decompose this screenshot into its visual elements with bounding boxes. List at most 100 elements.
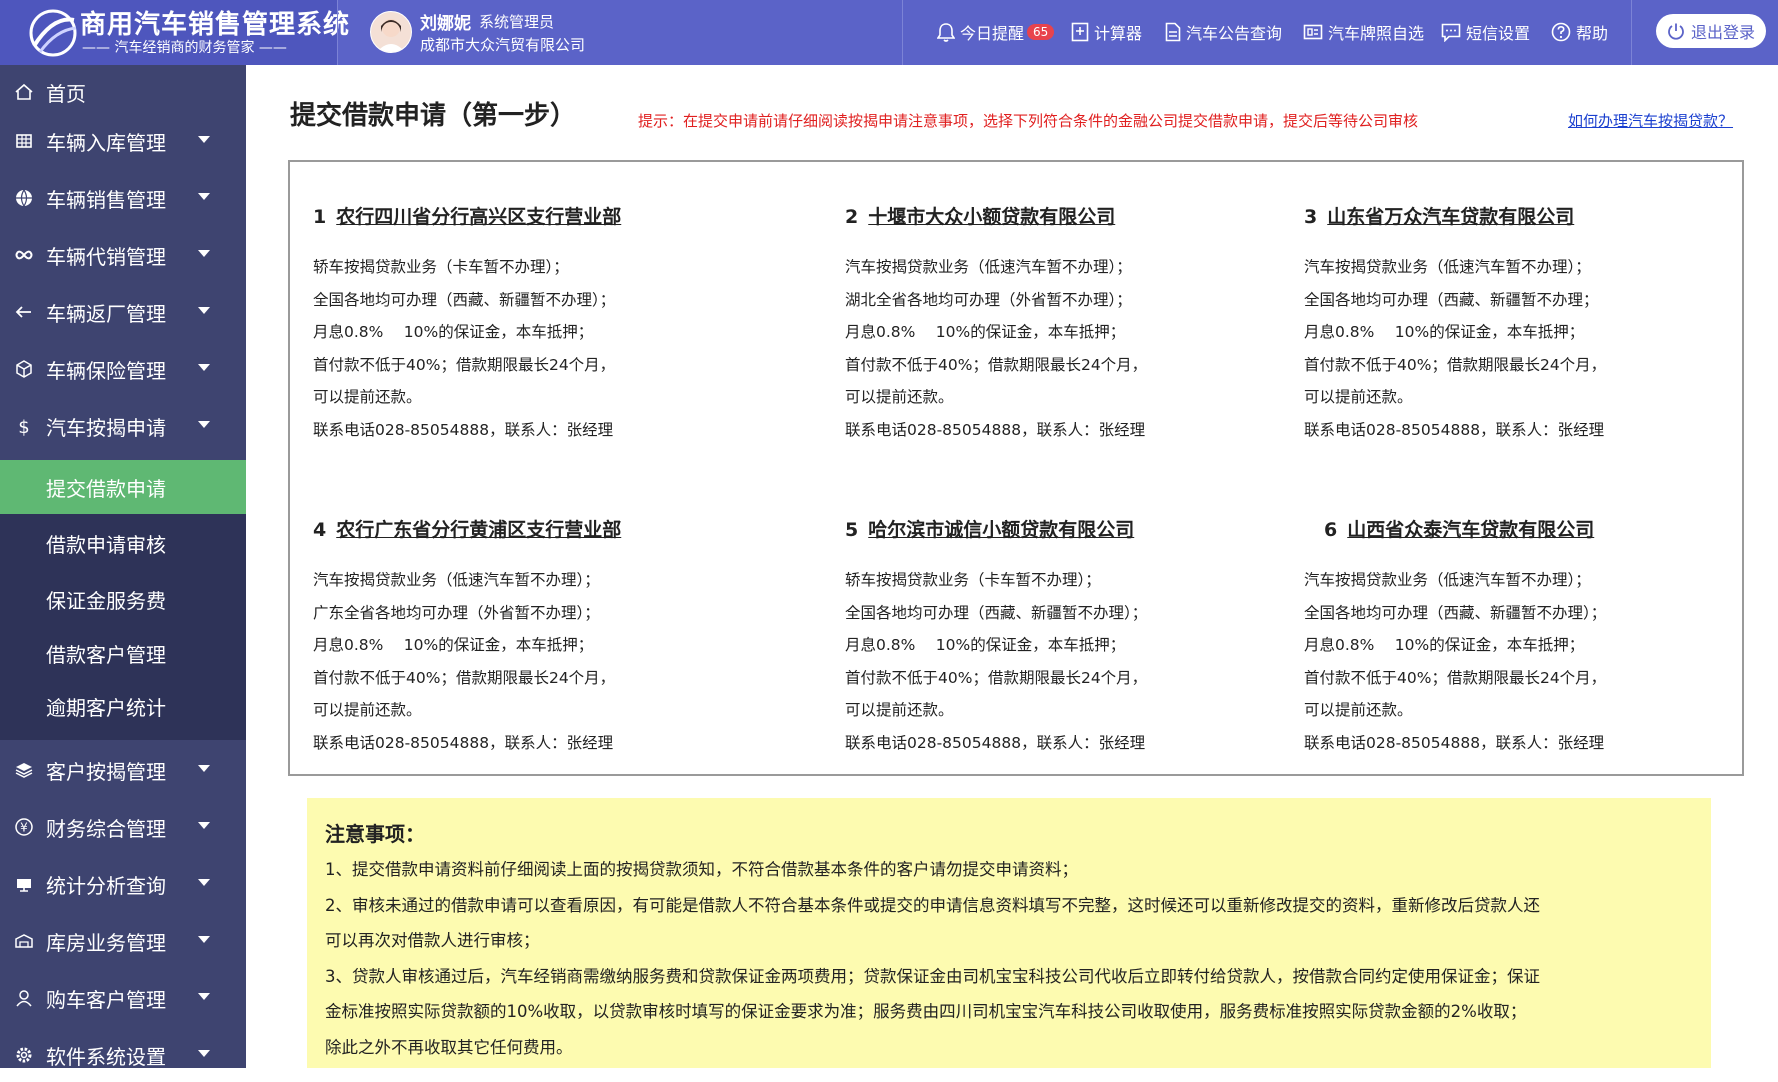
nav-announcement[interactable]: 汽车公告查询 (1165, 20, 1282, 44)
caret-down-icon (198, 993, 210, 1000)
user-role: 系统管理员 (479, 13, 555, 31)
chart-icon (17, 879, 31, 892)
sidebar-item-label: 首页 (46, 82, 86, 106)
sidebar-item-label: 汽车按揭申请 (46, 416, 166, 440)
home-icon (15, 83, 33, 100)
notice-line: 可以再次对借款人进行审核； (325, 931, 540, 950)
lender-detail-line: 汽车按揭贷款业务（低速汽车暂不办理）； (313, 571, 600, 589)
nav-help[interactable]: 帮助 (1551, 20, 1608, 44)
sidebar-item-statistics[interactable]: 统计分析查询 (0, 857, 246, 911)
lender-list: 1 农行四川省分行高兴区支行营业部 轿车按揭贷款业务（卡车暂不办理）； 全国各地均… (288, 160, 1744, 776)
lender-title: 1 农行四川省分行高兴区支行营业部 (313, 202, 783, 229)
lender-detail-line: 月息0.8% 10%的保证金，本车抵押； (313, 636, 594, 654)
nav-calculator[interactable]: 计算器 (1071, 20, 1142, 44)
caret-down-icon (198, 421, 210, 428)
submenu-item-label: 借款申请审核 (46, 533, 166, 557)
lender-number: 5 (845, 519, 859, 541)
app-subtitle: —— 汽车经销商的财务管家 —— (82, 40, 287, 56)
nav-plate[interactable]: 汽车牌照自选 (1303, 20, 1424, 44)
avatar[interactable] (370, 11, 412, 53)
sidebar-item-mortgage[interactable]: $ 汽车按揭申请 (0, 399, 246, 453)
lender-detail-line: 轿车按揭贷款业务（卡车暂不办理）； (845, 571, 1101, 589)
avatar-icon (377, 19, 405, 52)
lender-title: 6 山西省众泰汽车贷款有限公司 (1324, 515, 1778, 542)
sidebar-item-customer-mortgage[interactable]: 客户按揭管理 (0, 743, 246, 797)
sidebar-item-vehicle-stock[interactable]: 车辆入库管理 (0, 114, 246, 168)
calculator-icon (1071, 22, 1089, 42)
submenu-item-label: 逾期客户统计 (46, 696, 166, 720)
user-company: 成都市大众汽贸有限公司 (420, 36, 586, 54)
lender-detail-line: 可以提前还款。 (313, 701, 422, 719)
notice-line: 金标准按照实际贷款额的10%收取，以贷款审核时填写的保证金要求为准；服务费由四川… (325, 1002, 1527, 1021)
user-icon (16, 990, 32, 1007)
lender-name-link[interactable]: 哈尔滨市诚信小额贷款有限公司 (868, 519, 1134, 541)
lender-number: 1 (313, 206, 327, 228)
lender-details: 汽车按揭贷款业务（低速汽车暂不办理）； 全国各地均可办理（西藏、新疆暂不办理； … (1304, 251, 1774, 446)
document-icon (1165, 22, 1181, 42)
notice-title: 注意事项： (325, 822, 425, 846)
lender-details: 汽车按揭贷款业务（低速汽车暂不办理）； 广东全省各地均可办理（外省暂不办理）； … (313, 564, 783, 759)
sidebar-item-label: 购车客户管理 (46, 988, 166, 1012)
layers-icon (15, 763, 33, 778)
lender-detail-line: 首付款不低于40%；借款期限最长24个月， (845, 355, 1148, 374)
sidebar-item-consignment[interactable]: 车辆代销管理 (0, 228, 246, 282)
sidebar-item-return[interactable]: 车辆返厂管理 (0, 285, 246, 339)
lender-name-link[interactable]: 山东省万众汽车贷款有限公司 (1327, 206, 1574, 228)
caret-down-icon (198, 879, 210, 886)
logo-icon (29, 9, 77, 57)
submenu-item-deposit-fee[interactable]: 保证金服务费 (0, 572, 246, 626)
lender-number: 6 (1324, 519, 1338, 541)
app-title: 商用汽车销售管理系统 (80, 10, 351, 40)
sidebar-item-insurance[interactable]: 车辆保险管理 (0, 342, 246, 396)
grid-icon (16, 134, 32, 148)
lender-detail-line: 联系电话028-85054888，联系人：张经理 (1304, 420, 1605, 439)
lender-detail-line: 汽车按揭贷款业务（低速汽车暂不办理）； (1304, 571, 1591, 589)
lender-name-link[interactable]: 十堰市大众小额贷款有限公司 (868, 206, 1115, 228)
sidebar-item-home[interactable]: 首页 (0, 65, 246, 119)
user-panel: 刘娜妮 系统管理员 成都市大众汽贸有限公司 (337, 0, 903, 65)
submenu-item-loan-customers[interactable]: 借款客户管理 (0, 626, 246, 680)
message-icon (1441, 23, 1461, 42)
lender-detail-line: 汽车按揭贷款业务（低速汽车暂不办理）； (1304, 258, 1591, 276)
sidebar-item-settings[interactable]: 软件系统设置 (0, 1028, 246, 1082)
sidebar-item-finance[interactable]: ¥ 财务综合管理 (0, 800, 246, 854)
notice-line: 除此之外不再收取其它任何费用。 (325, 1037, 573, 1057)
sidebar-item-buyers[interactable]: 购车客户管理 (0, 971, 246, 1025)
brand: 商用汽车销售管理系统 —— 汽车经销商的财务管家 —— (0, 0, 349, 65)
notice-line: 3、贷款人审核通过后，汽车经销商需缴纳服务费和贷款保证金两项费用；贷款保证金由司… (325, 966, 1540, 986)
sidebar-item-label: 统计分析查询 (46, 874, 166, 898)
lender-detail-line: 月息0.8% 10%的保证金，本车抵押； (845, 636, 1126, 654)
submenu-item-submit-loan[interactable]: 提交借款申请 (0, 460, 246, 514)
howto-link[interactable]: 如何办理汽车按揭贷款？ (1568, 110, 1733, 131)
submenu-item-overdue[interactable]: 逾期客户统计 (0, 679, 246, 733)
lender-card: 2 十堰市大众小额贷款有限公司 汽车按揭贷款业务（低速汽车暂不办理）； 湖北全省各… (845, 202, 1315, 446)
lender-details: 汽车按揭贷款业务（低速汽车暂不办理）； 湖北全省各地均可办理（外省暂不办理）； … (845, 251, 1315, 446)
nav-reminder[interactable]: 今日提醒 65 (937, 20, 1055, 44)
lender-name-link[interactable]: 农行四川省分行高兴区支行营业部 (336, 206, 621, 228)
notice-line: 1、提交借款申请资料前仔细阅读上面的按揭贷款须知，不符合借款基本条件的客户请勿提… (325, 860, 1078, 879)
lender-name-link[interactable]: 山西省众泰汽车贷款有限公司 (1347, 519, 1594, 541)
lender-detail-line: 广东全省各地均可办理（外省暂不办理）； (313, 603, 600, 622)
lender-detail-line: 联系电话028-85054888，联系人：张经理 (845, 420, 1146, 439)
logout-button[interactable]: 退出登录 (1656, 14, 1766, 48)
sidebar-item-warehouse[interactable]: 库房业务管理 (0, 914, 246, 968)
lender-details: 轿车按揭贷款业务（卡车暂不办理）； 全国各地均可办理（西藏、新疆暂不办理）； 月… (313, 251, 783, 446)
nav-sms[interactable]: 短信设置 (1441, 20, 1530, 44)
submenu-item-label: 提交借款申请 (46, 477, 166, 501)
caret-down-icon (198, 1050, 210, 1057)
lender-card: 6 山西省众泰汽车贷款有限公司 汽车按揭贷款业务（低速汽车暂不办理）； 全国各地均… (1304, 515, 1778, 759)
nav-plate-label: 汽车牌照自选 (1328, 24, 1425, 43)
sidebar-item-label: 车辆返厂管理 (46, 302, 166, 326)
caret-down-icon (198, 250, 210, 257)
bell-icon (937, 23, 955, 42)
caret-down-icon (198, 136, 210, 143)
sidebar-item-label: 客户按揭管理 (46, 760, 166, 784)
sidebar-item-label: 车辆代销管理 (46, 245, 166, 269)
sidebar-item-vehicle-sales[interactable]: 车辆销售管理 (0, 171, 246, 225)
top-bar: 商用汽车销售管理系统 —— 汽车经销商的财务管家 —— 刘娜妮 系统管理员 成都… (0, 0, 1778, 65)
lender-detail-line: 汽车按揭贷款业务（低速汽车暂不办理）； (845, 258, 1132, 276)
lender-name-link[interactable]: 农行广东省分行黄浦区支行营业部 (336, 519, 621, 541)
lender-details: 汽车按揭贷款业务（低速汽车暂不办理）； 全国各地均可办理（西藏、新疆暂不办理）；… (1304, 564, 1778, 759)
submenu-mortgage: 提交借款申请 借款申请审核 保证金服务费 借款客户管理 逾期客户统计 (0, 460, 246, 740)
submenu-item-loan-review[interactable]: 借款申请审核 (0, 516, 246, 570)
